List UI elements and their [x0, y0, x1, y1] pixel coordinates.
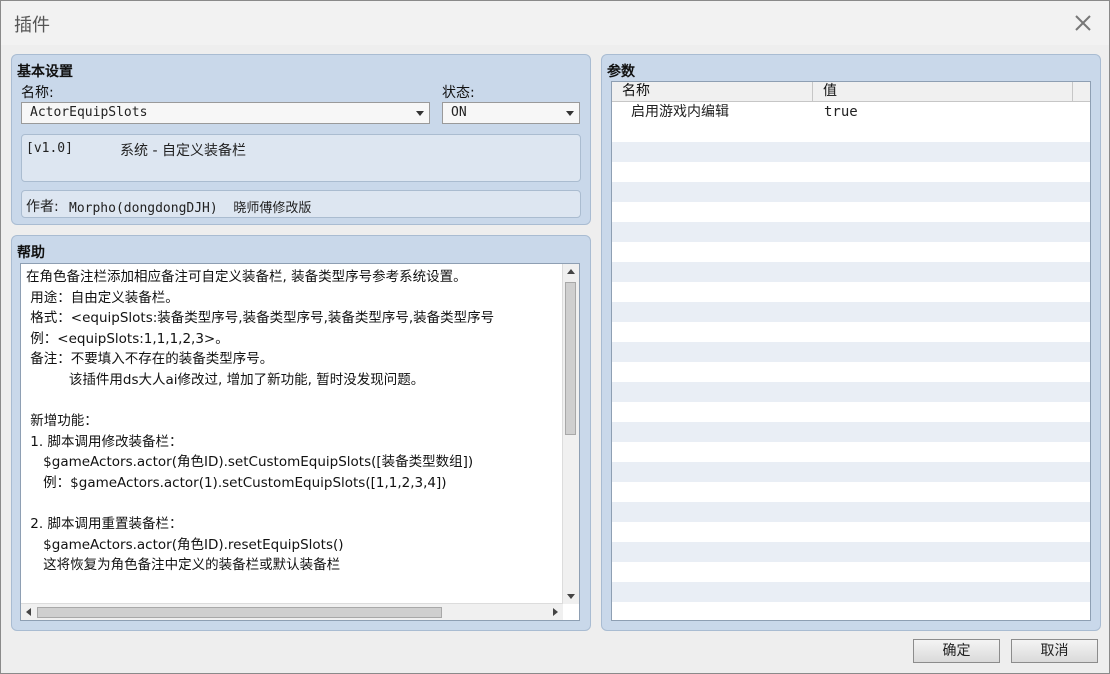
ok-button[interactable]: 确定 [913, 639, 1000, 663]
help-title: 帮助 [17, 245, 45, 261]
status-select[interactable]: ON [442, 102, 580, 124]
column-header-name[interactable]: 名称 [612, 82, 813, 101]
column-header-value[interactable]: 值 [813, 82, 1073, 101]
vertical-scroll-thumb[interactable] [565, 282, 576, 435]
description-version: [v1.0] [26, 141, 73, 156]
horizontal-scroll-thumb[interactable] [37, 607, 442, 618]
window-title: 插件 [14, 15, 50, 36]
name-label: 名称: [21, 85, 54, 101]
help-textarea[interactable]: 在角色备注栏添加相应备注可自定义装备栏, 装备类型序号参考系统设置。 用途：自由… [20, 263, 580, 621]
description-box: [v1.0] 系统 - 自定义装备栏 [21, 134, 581, 182]
help-horizontal-scrollbar[interactable] [21, 603, 563, 620]
scroll-left-icon[interactable] [26, 608, 31, 616]
author-box: 作者: Morpho(dongdongDJH) 晓师傅修改版 [21, 190, 581, 218]
close-button[interactable] [1071, 11, 1095, 35]
plugin-name-select[interactable]: ActorEquipSlots [21, 102, 430, 124]
param-name: 启用游戏内编辑 [631, 104, 729, 120]
scroll-up-icon[interactable] [567, 269, 575, 274]
cancel-button[interactable]: 取消 [1011, 639, 1098, 663]
params-table-header: 名称 值 [612, 82, 1090, 102]
param-value: true [824, 104, 858, 120]
chevron-down-icon [416, 111, 424, 116]
help-text: 在角色备注栏添加相应备注可自定义装备栏, 装备类型序号参考系统设置。 用途：自由… [26, 269, 495, 574]
params-title: 参数 [607, 64, 635, 80]
scroll-right-icon[interactable] [553, 608, 558, 616]
params-table: 名称 值 启用游戏内编辑 true [611, 81, 1091, 621]
help-vertical-scrollbar[interactable] [562, 264, 579, 604]
scroll-down-icon[interactable] [567, 594, 575, 599]
close-icon [1075, 15, 1091, 31]
status-label: 状态: [442, 85, 475, 101]
author-label: 作者: [26, 199, 59, 215]
basic-settings-group: 基本设置 名称: 状态: ActorEquipSlots ON [v1.0] 系… [11, 54, 591, 225]
author-value: Morpho(dongdongDJH) 晓师傅修改版 [69, 201, 312, 216]
plugin-dialog: 插件 基本设置 名称: 状态: ActorEquipSlots ON [v1.0… [0, 0, 1110, 674]
title-bar: 插件 [1, 1, 1109, 45]
chevron-down-icon [566, 111, 574, 116]
table-row[interactable]: 启用游戏内编辑 true [612, 102, 1090, 122]
basic-settings-title: 基本设置 [17, 64, 73, 80]
plugin-name-value: ActorEquipSlots [30, 105, 148, 120]
status-value: ON [451, 105, 467, 120]
description-text: 系统 - 自定义装备栏 [120, 143, 246, 159]
